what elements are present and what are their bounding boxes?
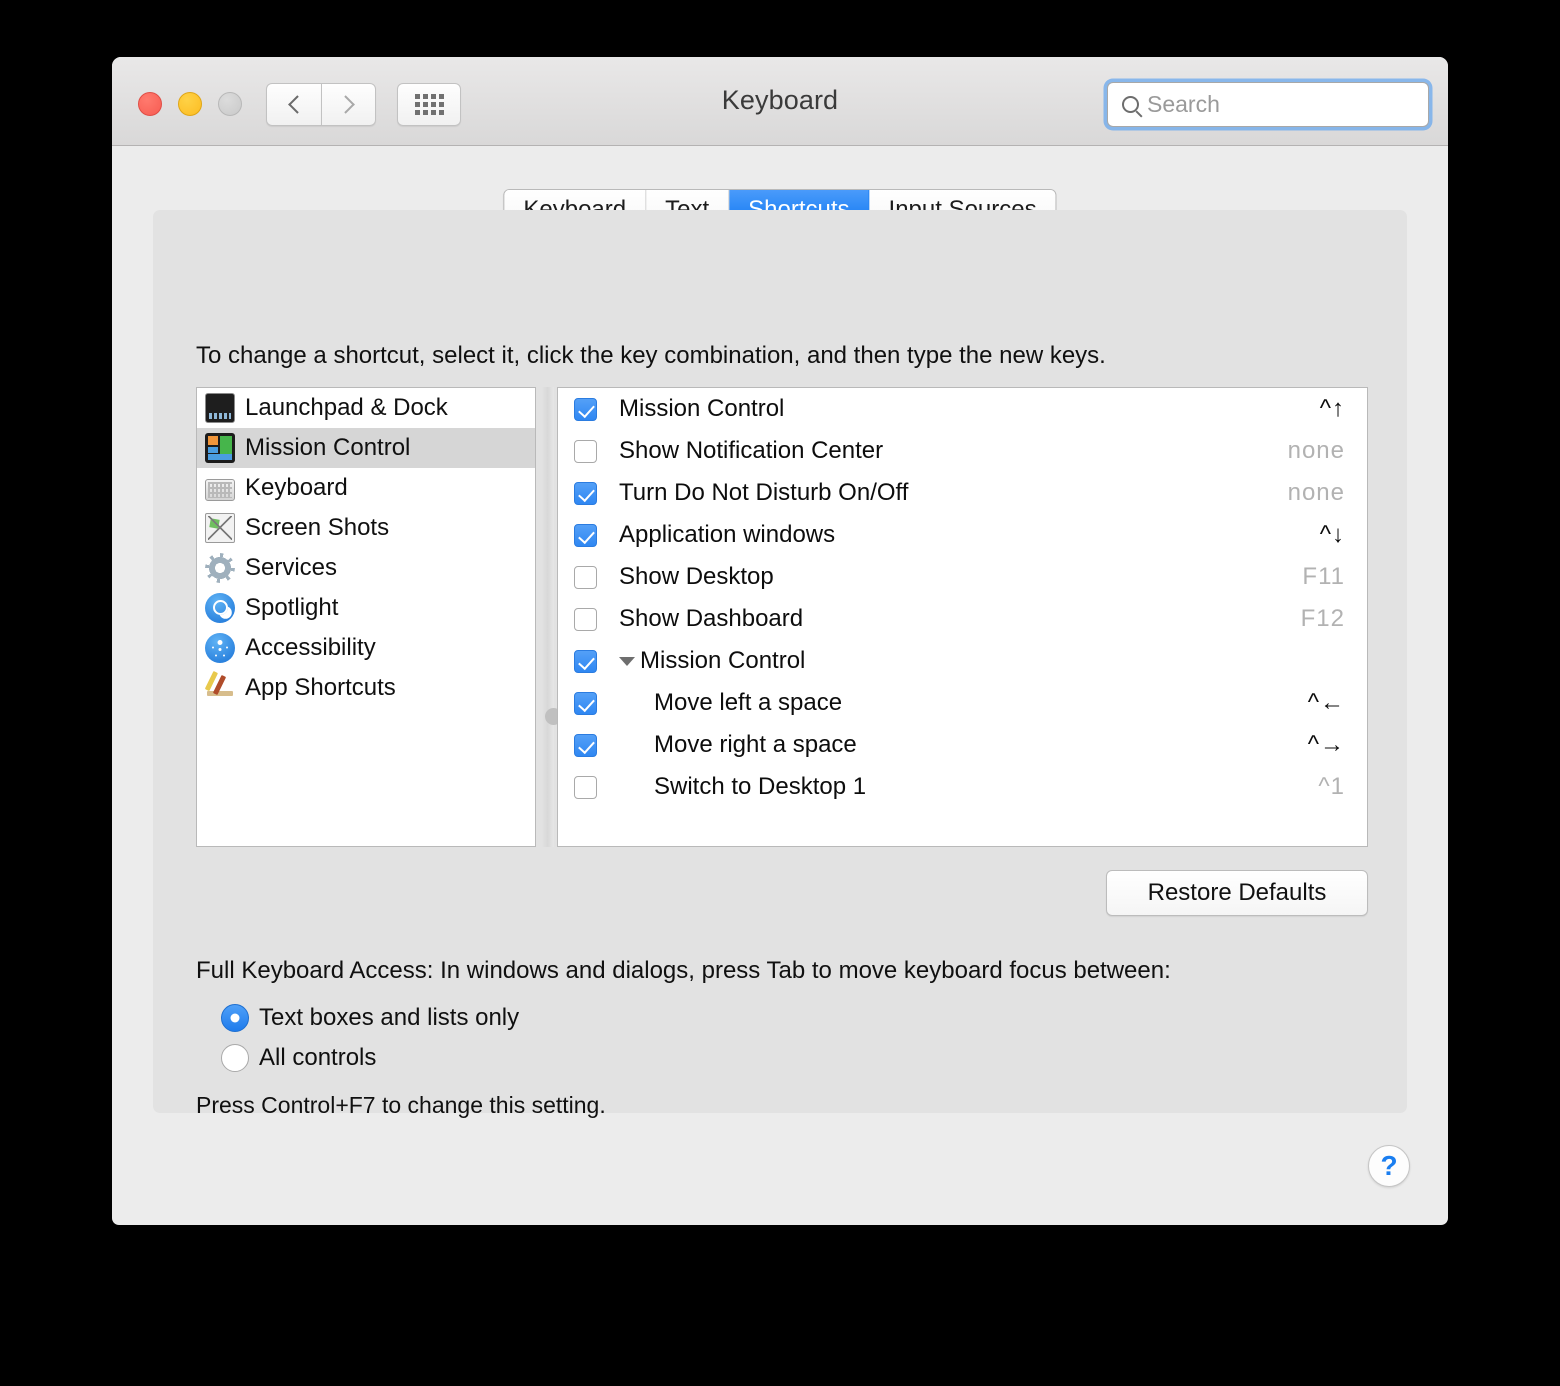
category-label: App Shortcuts [245, 674, 396, 701]
shortcut-key[interactable]: ^1 [1318, 773, 1345, 801]
sidebar-item-mission-control[interactable]: Mission Control [197, 428, 535, 468]
shortcut-group-label: Mission Control [640, 647, 806, 674]
shortcut-key[interactable]: none [1288, 437, 1345, 465]
table-row[interactable]: Switch to Desktop 1 ^1 [558, 766, 1367, 808]
table-row[interactable]: Turn Do Not Disturb On/Off none [558, 472, 1367, 514]
radio-label: All controls [259, 1044, 377, 1071]
shortcut-label: Show Notification Center [619, 437, 884, 464]
radio-all-controls[interactable]: All controls [221, 1044, 376, 1072]
table-row[interactable]: Show Notification Center none [558, 430, 1367, 472]
shortcut-checkbox[interactable] [574, 607, 597, 631]
shortcut-list[interactable]: Mission Control ^↑ Show Notification Cen… [557, 387, 1368, 847]
shortcut-checkbox[interactable] [574, 523, 597, 547]
sidebar-item-keyboard[interactable]: Keyboard [197, 468, 535, 508]
shortcut-label: Move right a space [654, 731, 857, 758]
services-gear-icon [205, 553, 235, 583]
radio-button[interactable] [221, 1044, 249, 1072]
shortcuts-panel: To change a shortcut, select it, click t… [153, 210, 1407, 1118]
category-label: Services [245, 554, 338, 581]
table-row[interactable]: Show Desktop F11 [558, 556, 1367, 598]
sidebar-item-app-shortcuts[interactable]: App Shortcuts [197, 668, 535, 708]
category-label: Spotlight [245, 594, 339, 621]
shortcut-checkbox[interactable] [574, 691, 597, 715]
shortcut-checkbox[interactable] [574, 397, 597, 421]
radio-label: Text boxes and lists only [259, 1004, 520, 1031]
spotlight-icon [205, 593, 235, 623]
shortcut-label: Mission Control [619, 395, 785, 422]
shortcut-checkbox[interactable] [574, 775, 597, 799]
category-label: Screen Shots [245, 514, 390, 541]
system-preferences-window: Keyboard Keyboard Text Shortcuts Input S… [112, 57, 1448, 1225]
shortcut-label: Show Dashboard [619, 605, 804, 632]
shortcut-key[interactable]: ^↓ [1320, 521, 1345, 549]
full-keyboard-access-title: Full Keyboard Access: In windows and dia… [196, 957, 1171, 984]
shortcut-checkbox[interactable] [574, 481, 597, 505]
search-field[interactable] [1107, 82, 1443, 127]
shortcut-checkbox[interactable] [574, 439, 597, 463]
shortcut-label: Turn Do Not Disturb On/Off [619, 479, 909, 506]
radio-button[interactable] [221, 1004, 249, 1032]
shortcut-label: Application windows [619, 521, 836, 548]
split-view-divider[interactable] [542, 387, 554, 847]
shortcut-checkbox[interactable] [574, 565, 597, 589]
disclosure-triangle-icon[interactable] [619, 656, 635, 666]
shortcut-label: Show Desktop [619, 563, 774, 590]
category-label: Accessibility [245, 634, 376, 661]
shortcut-key[interactable]: F12 [1301, 605, 1345, 633]
table-row[interactable]: Move left a space ^← [558, 682, 1367, 724]
accessibility-icon [205, 633, 235, 663]
search-input[interactable] [1147, 91, 1443, 118]
radio-text-boxes-and-lists-only[interactable]: Text boxes and lists only [221, 1004, 519, 1032]
instruction-text: To change a shortcut, select it, click t… [196, 342, 1106, 369]
sidebar-item-accessibility[interactable]: Accessibility [197, 628, 535, 668]
table-row[interactable]: Move right a space ^→ [558, 724, 1367, 766]
keyboard-icon [205, 479, 235, 501]
help-button[interactable]: ? [1368, 1145, 1410, 1187]
table-row[interactable]: Application windows ^↓ [558, 514, 1367, 556]
shortcut-key[interactable]: F11 [1302, 563, 1345, 591]
table-row[interactable]: Mission Control ^↑ [558, 388, 1367, 430]
full-keyboard-access-note: Press Control+F7 to change this setting. [196, 1092, 606, 1118]
restore-defaults-button[interactable]: Restore Defaults [1106, 870, 1368, 916]
category-list[interactable]: Launchpad & Dock Mission Control Keyboar… [196, 387, 536, 847]
shortcut-key[interactable]: ^→ [1308, 731, 1345, 759]
sidebar-item-launchpad-dock[interactable]: Launchpad & Dock [197, 388, 535, 428]
launchpad-dock-icon [205, 393, 235, 423]
window-titlebar: Keyboard [112, 57, 1448, 146]
table-row-group-header[interactable]: Mission Control [558, 640, 1367, 682]
screen-shots-icon [205, 513, 235, 543]
shortcut-key[interactable]: none [1288, 479, 1345, 507]
search-icon [1122, 96, 1139, 113]
table-row[interactable]: Show Dashboard F12 [558, 598, 1367, 640]
shortcut-checkbox[interactable] [574, 649, 597, 673]
category-label: Keyboard [245, 474, 348, 501]
shortcut-label: Move left a space [654, 689, 843, 716]
shortcut-key[interactable]: ^← [1308, 689, 1345, 717]
sidebar-item-spotlight[interactable]: Spotlight [197, 588, 535, 628]
sidebar-item-services[interactable]: Services [197, 548, 535, 588]
shortcut-checkbox[interactable] [574, 733, 597, 757]
app-shortcuts-icon [205, 673, 235, 703]
category-label: Mission Control [245, 434, 411, 461]
mission-control-icon [205, 433, 235, 463]
shortcut-label: Switch to Desktop 1 [654, 773, 867, 800]
category-label: Launchpad & Dock [245, 394, 448, 421]
shortcut-key[interactable]: ^↑ [1320, 395, 1345, 423]
sidebar-item-screen-shots[interactable]: Screen Shots [197, 508, 535, 548]
